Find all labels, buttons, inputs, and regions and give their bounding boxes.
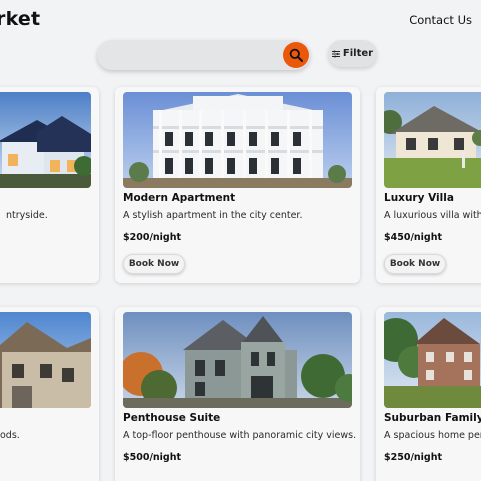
filter-icon xyxy=(331,50,340,57)
listing-image xyxy=(384,312,481,408)
listing-card: Modern Apartment A stylish apartment in … xyxy=(115,87,360,283)
filter-button[interactable]: Filter xyxy=(328,40,377,67)
listing-description: ntryside. xyxy=(6,210,48,221)
search-bar xyxy=(97,40,310,70)
listing-card: ntryside. xyxy=(0,87,99,283)
search-icon xyxy=(289,48,303,62)
listing-description: A luxurious villa with s xyxy=(384,210,481,221)
book-now-button[interactable]: Book Now xyxy=(123,254,185,274)
listing-image xyxy=(384,92,481,188)
listing-price: $450/night xyxy=(384,232,443,243)
site-logo[interactable]: rket xyxy=(0,8,40,30)
listing-description: A spacious home perf xyxy=(384,430,481,441)
listing-card: Suburban Family H A spacious home perf $… xyxy=(376,307,481,481)
listing-image xyxy=(0,92,91,188)
listing-title: Suburban Family H xyxy=(384,412,481,424)
listing-card: ods. xyxy=(0,307,99,481)
listing-image xyxy=(0,312,91,408)
book-now-button[interactable]: Book Now xyxy=(384,254,446,274)
listing-price: $250/night xyxy=(384,452,443,463)
page: rket Contact Us Filter ntryside. Modern … xyxy=(0,0,481,481)
listing-image xyxy=(123,92,352,188)
listing-card: Luxury Villa A luxurious villa with s $4… xyxy=(376,87,481,283)
listing-description: A top-floor penthouse with panoramic cit… xyxy=(123,430,357,441)
listing-description: A stylish apartment in the city center. xyxy=(123,210,303,221)
listing-title: Modern Apartment xyxy=(123,192,236,204)
listing-price: $500/night xyxy=(123,452,182,463)
listing-title: Penthouse Suite xyxy=(123,412,221,424)
listing-title: Luxury Villa xyxy=(384,192,454,204)
listing-card: Penthouse Suite A top-floor penthouse wi… xyxy=(115,307,360,481)
filter-label: Filter xyxy=(342,48,374,59)
listing-image xyxy=(123,312,352,408)
search-input[interactable] xyxy=(109,45,279,65)
listing-description: ods. xyxy=(0,430,20,441)
listing-price: $200/night xyxy=(123,232,182,243)
contact-us-link[interactable]: Contact Us xyxy=(409,13,472,27)
search-button[interactable] xyxy=(283,42,309,68)
